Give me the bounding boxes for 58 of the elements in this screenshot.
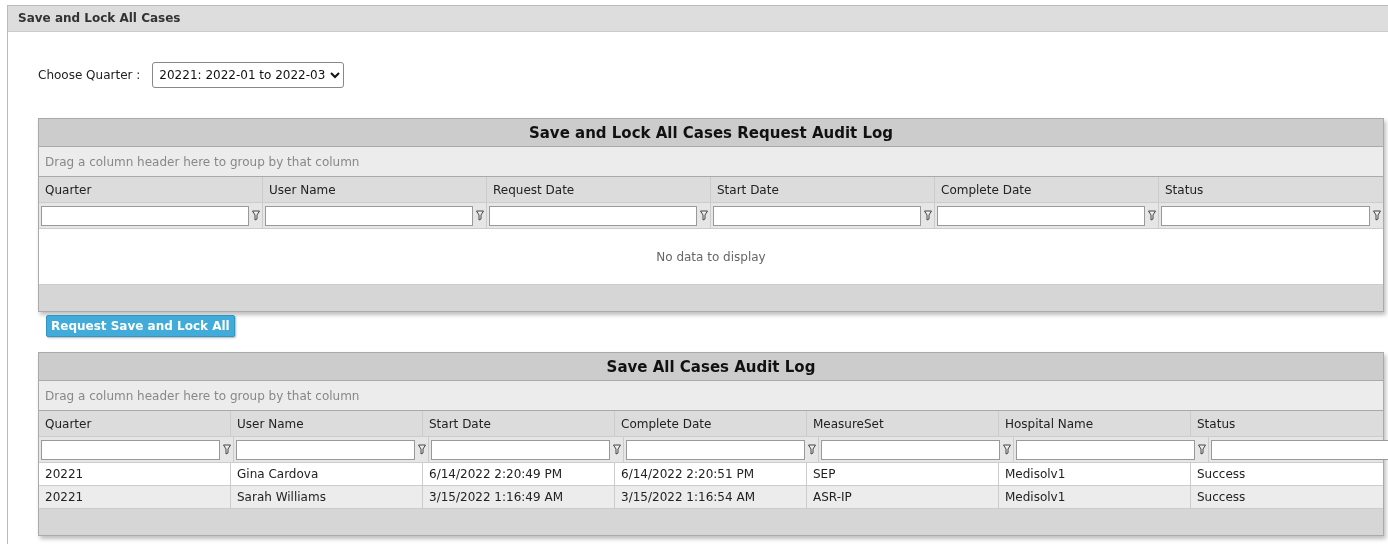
table-cell: ASR-IP [807,486,999,508]
grid-title: Save All Cases Audit Log [39,353,1383,381]
table-cell: 3/15/2022 1:16:49 AM [423,486,615,508]
column-header[interactable]: Start Date [423,411,615,436]
filter-field[interactable] [489,205,697,226]
filter-field[interactable] [41,439,220,460]
filter-icon[interactable] [476,210,484,221]
filter-icon[interactable] [1198,444,1206,455]
table-cell: 20221 [39,463,231,485]
quarter-label: Choose Quarter : [38,68,141,82]
filter-icon[interactable] [613,444,621,455]
column-header[interactable]: User Name [231,411,423,436]
table-cell: 6/14/2022 2:20:49 PM [423,463,615,485]
table-cell: 3/15/2022 1:16:54 AM [615,486,807,508]
column-header[interactable]: Request Date [487,177,711,202]
column-header[interactable]: Quarter [39,177,263,202]
quarter-dropdown[interactable]: 20221: 2022-01 to 2022-03 [152,62,345,88]
table-cell: Gina Cardova [231,463,423,485]
filter-field[interactable] [41,205,249,226]
column-header[interactable]: Complete Date [615,411,807,436]
filter-icon[interactable] [418,444,426,455]
column-header[interactable]: Start Date [711,177,935,202]
column-header[interactable]: Status [1159,177,1383,202]
table-cell: Sarah Williams [231,486,423,508]
column-header[interactable]: User Name [263,177,487,202]
filter-field[interactable] [431,439,610,460]
table-cell: Medisolv1 [999,463,1191,485]
empty-message: No data to display [39,229,1383,285]
filter-icon[interactable] [1003,444,1011,455]
filter-icon[interactable] [700,210,708,221]
filter-field[interactable] [265,205,473,226]
filter-icon[interactable] [924,210,932,221]
column-header[interactable]: Status [1191,411,1383,436]
filter-icon[interactable] [252,210,260,221]
filter-field[interactable] [236,439,415,460]
filter-field[interactable] [1161,205,1370,226]
filter-field[interactable] [626,439,805,460]
filter-field[interactable] [713,205,921,226]
table-cell: SEP [807,463,999,485]
filter-field[interactable] [1016,439,1195,460]
column-header[interactable]: MeasureSet [807,411,999,436]
table-cell: Medisolv1 [999,486,1191,508]
filter-field[interactable] [937,205,1145,226]
table-cell-text: Success [1196,489,1247,506]
filter-icon[interactable] [808,444,816,455]
table-cell-text: Success [1196,466,1247,483]
filter-icon[interactable] [223,444,231,455]
filter-field[interactable] [1211,439,1388,460]
filter-field[interactable] [821,439,1000,460]
panel-title: Save and Lock All Cases [8,6,1388,32]
column-header[interactable]: Quarter [39,411,231,436]
grid-title: Save and Lock All Cases Request Audit Log [39,119,1383,147]
table-cell: 20221 [39,486,231,508]
filter-icon[interactable] [1148,210,1156,221]
column-header[interactable]: Hospital Name [999,411,1191,436]
column-header[interactable]: Complete Date [935,177,1159,202]
table-cell: 6/14/2022 2:20:51 PM [615,463,807,485]
filter-icon[interactable] [1373,210,1381,221]
